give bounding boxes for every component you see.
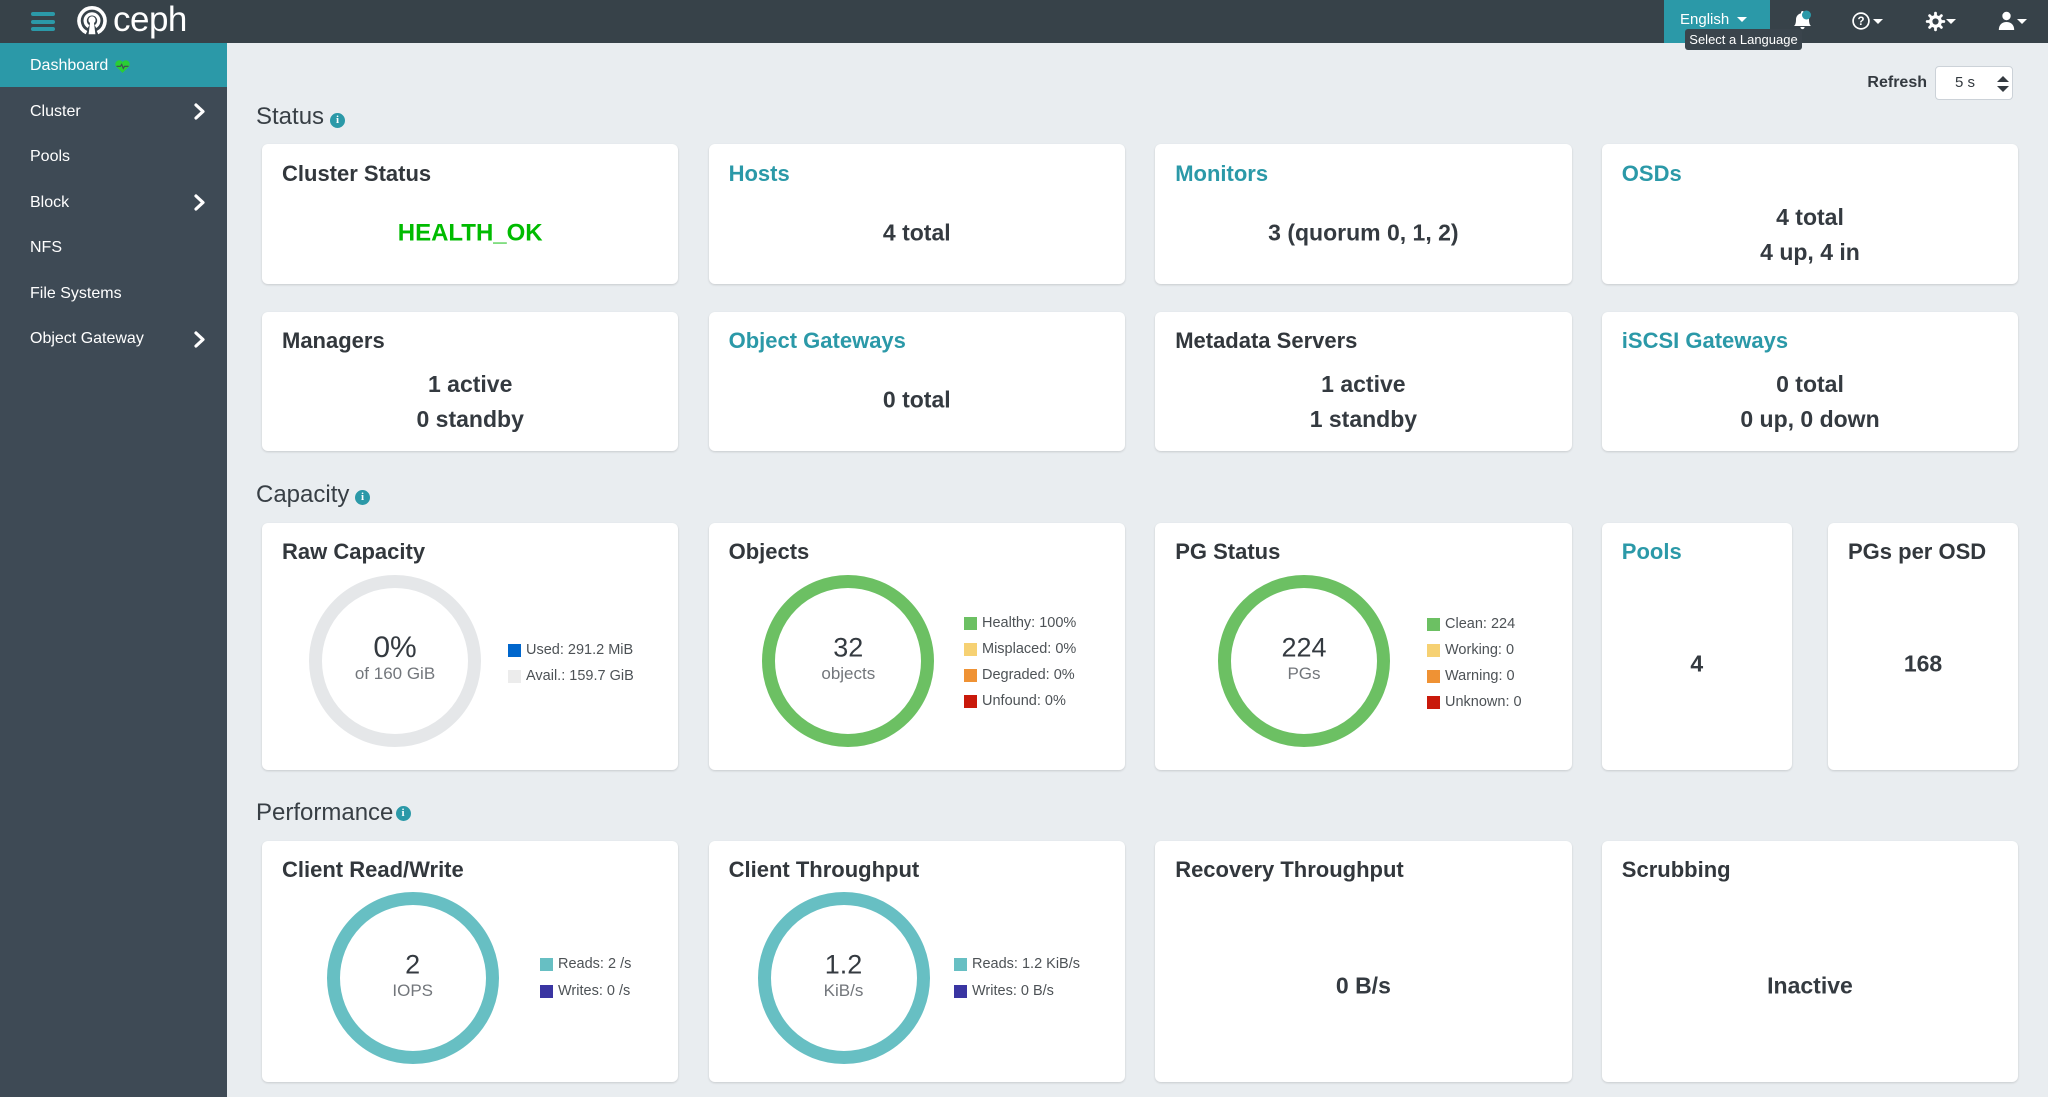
- svg-text:?: ?: [1857, 16, 1864, 28]
